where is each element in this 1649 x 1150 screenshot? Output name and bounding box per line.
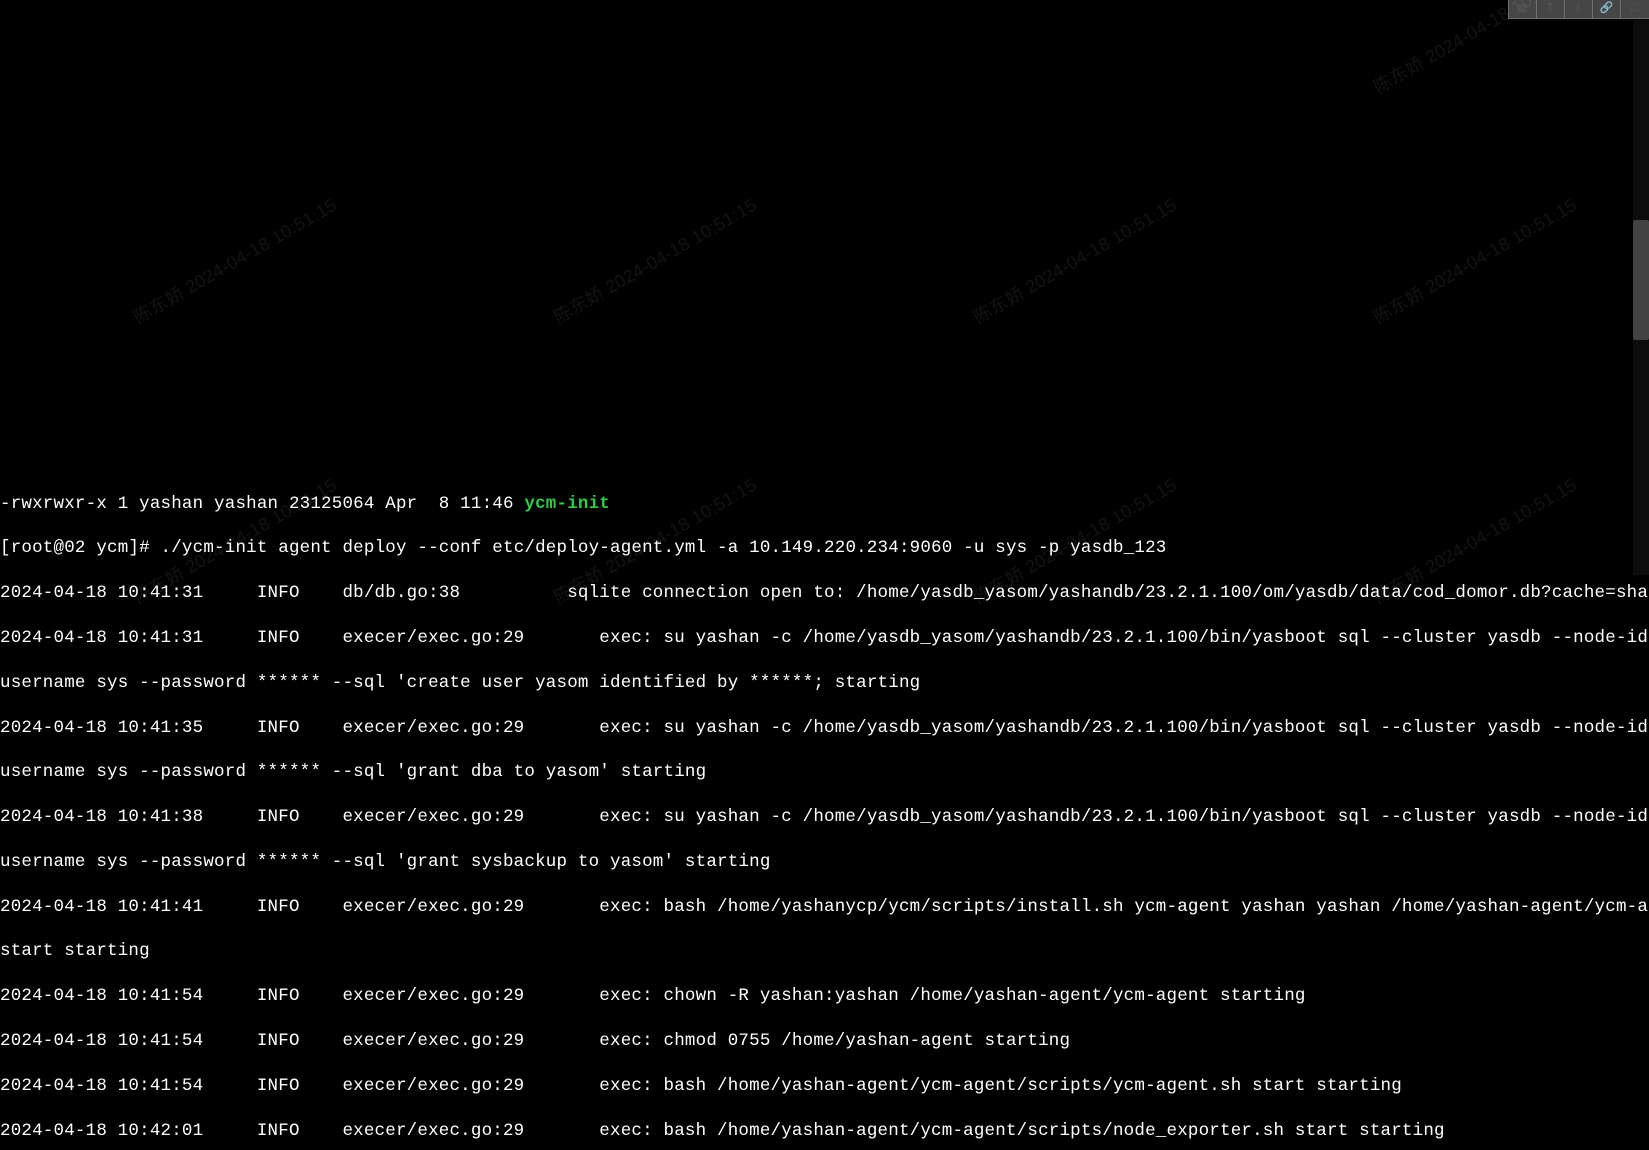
log-line: 2024-04-18 10:41:38 INFO execer/exec.go:…	[0, 806, 1649, 828]
fullscreen-icon[interactable]: ⛶	[1621, 0, 1649, 18]
executable-name: ycm-init	[524, 494, 610, 514]
log-line: 2024-04-18 10:41:31 INFO execer/exec.go:…	[0, 627, 1649, 649]
watermark: 陈东娇 2024-04-18 10:51:15	[130, 194, 341, 329]
ls-output-line: -rwxrwxr-x 1 yashan yashan 23125064 Apr …	[0, 493, 1649, 515]
log-line: 2024-04-18 10:41:54 INFO execer/exec.go:…	[0, 1030, 1649, 1052]
log-line: 2024-04-18 10:41:41 INFO execer/exec.go:…	[0, 896, 1649, 918]
log-line: username sys --password ****** --sql 'gr…	[0, 761, 1649, 783]
link-icon[interactable]: 🔗	[1593, 0, 1621, 18]
pause-icon[interactable]: ‖	[1565, 0, 1593, 18]
watermark: 陈东娇 2024-04-18 10:51:15	[550, 194, 761, 329]
scrollbar-track[interactable]	[1633, 20, 1649, 575]
watermark: 陈东娇 2024-04-18 10:51:15	[1370, 194, 1581, 329]
log-line: start starting	[0, 940, 1649, 962]
typed-command: ./ycm-init agent deploy --conf etc/deplo…	[161, 538, 1167, 558]
window-toolbar: ▦ Ꭲ ‖ 🔗 ⛶	[1508, 0, 1649, 19]
log-line: 2024-04-18 10:41:54 INFO execer/exec.go:…	[0, 1075, 1649, 1097]
text-icon[interactable]: Ꭲ	[1537, 0, 1565, 18]
log-line: username sys --password ****** --sql 'cr…	[0, 672, 1649, 694]
command-line: [root@02 ycm]# ./ycm-init agent deploy -…	[0, 537, 1649, 559]
watermark: 陈东娇 2024-04-18 10:51:15	[970, 194, 1181, 329]
scrollbar-thumb[interactable]	[1633, 220, 1649, 340]
log-line: 2024-04-18 10:42:01 INFO execer/exec.go:…	[0, 1120, 1649, 1142]
grid-icon[interactable]: ▦	[1509, 0, 1537, 18]
log-line: username sys --password ****** --sql 'gr…	[0, 851, 1649, 873]
file-perms: -rwxrwxr-x 1 yashan yashan 23125064 Apr …	[0, 494, 524, 514]
terminal-output[interactable]: -rwxrwxr-x 1 yashan yashan 23125064 Apr …	[0, 470, 1649, 1150]
log-line: 2024-04-18 10:41:31 INFO db/db.go:38 sql…	[0, 582, 1649, 604]
log-line: 2024-04-18 10:41:35 INFO execer/exec.go:…	[0, 717, 1649, 739]
shell-prompt: [root@02 ycm]#	[0, 538, 161, 558]
log-line: 2024-04-18 10:41:54 INFO execer/exec.go:…	[0, 985, 1649, 1007]
